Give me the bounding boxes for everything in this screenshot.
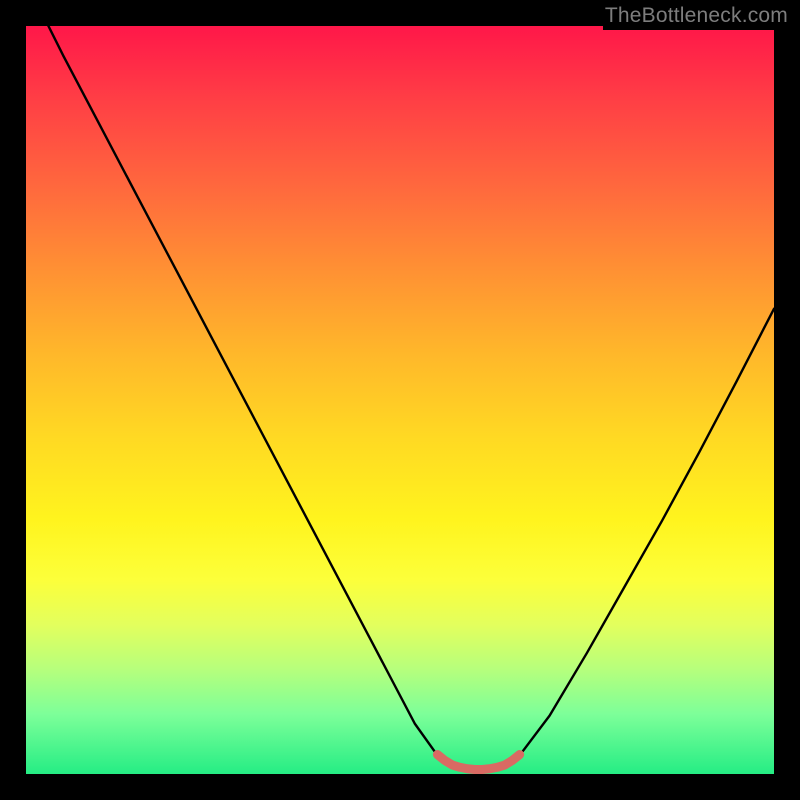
chart-container [26, 26, 774, 774]
main-curve [26, 26, 774, 770]
curve-layer [26, 26, 774, 774]
accent-curve [437, 755, 519, 770]
watermark-label: TheBottleneck.com [603, 4, 790, 30]
